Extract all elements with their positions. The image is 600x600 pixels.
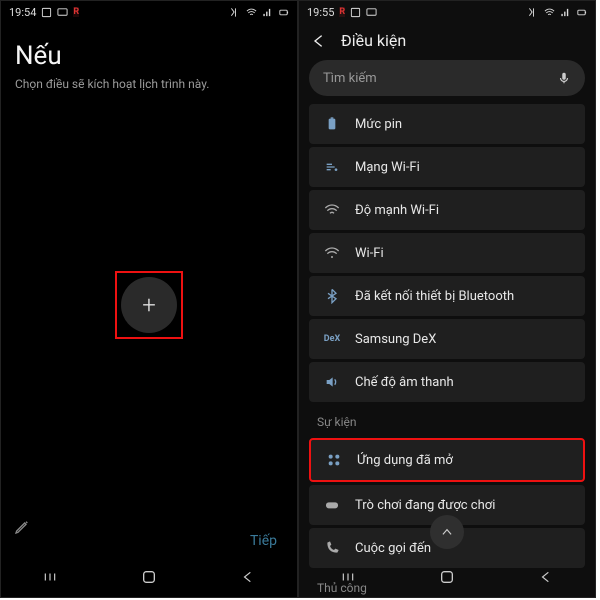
pencil-icon xyxy=(14,519,30,535)
battery-icon xyxy=(576,7,587,18)
item-label: Ứng dụng đã mở xyxy=(357,453,453,468)
battery-icon xyxy=(323,115,341,133)
nav-home[interactable] xyxy=(139,567,159,587)
apps-icon xyxy=(325,451,343,469)
status-bar: 19:54 R xyxy=(1,1,297,23)
wifi-icon xyxy=(544,7,555,18)
item-label: Cuộc gọi đến xyxy=(355,541,431,556)
nav-recents[interactable] xyxy=(338,567,358,587)
phone-icon xyxy=(323,539,341,557)
rec-icon: R xyxy=(73,7,79,17)
status-time: 19:55 xyxy=(307,6,334,19)
search-input[interactable]: Tìm kiếm xyxy=(309,60,585,96)
volume-icon xyxy=(323,373,341,391)
scroll-top-button[interactable] xyxy=(430,515,464,549)
nav-back[interactable] xyxy=(536,567,556,587)
item-app-opened[interactable]: Ứng dụng đã mở xyxy=(309,438,585,482)
item-label: Samsung DeX xyxy=(355,332,436,347)
topbar: Điều kiện xyxy=(299,23,595,56)
volte-icon xyxy=(230,7,241,18)
topbar-title: Điều kiện xyxy=(341,31,406,50)
item-bluetooth[interactable]: Đã kết nối thiết bị Bluetooth xyxy=(309,276,585,316)
item-dex[interactable]: DeX Samsung DeX xyxy=(309,319,585,359)
add-condition-highlight: + xyxy=(115,271,183,339)
nav-recents[interactable] xyxy=(40,567,60,587)
rec-icon: R xyxy=(339,7,345,17)
nav-home[interactable] xyxy=(437,567,457,587)
wifi-icon xyxy=(323,244,341,262)
back-button[interactable] xyxy=(311,33,327,49)
mic-icon[interactable] xyxy=(557,71,571,85)
image-icon xyxy=(350,7,361,18)
wifi-strength-icon xyxy=(323,201,341,219)
nav-bar xyxy=(299,557,595,597)
item-label: Mức pin xyxy=(355,117,402,132)
dex-icon: DeX xyxy=(323,330,341,348)
item-label: Trò chơi đang được chơi xyxy=(355,498,495,513)
battery-icon xyxy=(278,7,289,18)
bluetooth-icon xyxy=(323,287,341,305)
nav-bar xyxy=(1,557,297,597)
gamepad-icon xyxy=(323,496,341,514)
wifi-icon xyxy=(246,7,257,18)
item-battery[interactable]: Mức pin xyxy=(309,104,585,144)
item-wifi-network[interactable]: Mạng Wi-Fi xyxy=(309,147,585,187)
next-button[interactable]: Tiếp xyxy=(250,533,277,549)
item-label: Wi-Fi xyxy=(355,246,384,261)
item-label: Đã kết nối thiết bị Bluetooth xyxy=(355,289,514,304)
status-time: 19:54 xyxy=(9,6,36,19)
section-events: Sự kiện xyxy=(309,405,585,435)
nav-back[interactable] xyxy=(238,567,258,587)
page-title: Nếu xyxy=(1,23,297,77)
volte-icon xyxy=(528,7,539,18)
plus-icon: + xyxy=(142,291,156,319)
image-icon xyxy=(41,7,52,18)
cast-icon xyxy=(366,7,377,18)
item-label: Độ mạnh Wi-Fi xyxy=(355,203,439,218)
chevron-up-icon xyxy=(440,525,454,539)
signal-icon xyxy=(560,7,571,18)
cast-icon xyxy=(57,7,68,18)
item-label: Mạng Wi-Fi xyxy=(355,160,420,175)
page-subtitle: Chọn điều sẽ kích hoạt lịch trình này. xyxy=(1,77,297,91)
item-label: Chế độ âm thanh xyxy=(355,375,454,390)
edit-button[interactable] xyxy=(7,512,37,542)
phone-right: 19:55 R Điều kiện Tìm kiếm Mức pin Mạng … xyxy=(298,0,596,598)
network-icon xyxy=(323,158,341,176)
status-bar: 19:55 R xyxy=(299,1,595,23)
item-wifi-strength[interactable]: Độ mạnh Wi-Fi xyxy=(309,190,585,230)
item-sound-mode[interactable]: Chế độ âm thanh xyxy=(309,362,585,402)
search-placeholder: Tìm kiếm xyxy=(323,71,377,86)
signal-icon xyxy=(262,7,273,18)
item-wifi[interactable]: Wi-Fi xyxy=(309,233,585,273)
add-condition-button[interactable]: + xyxy=(121,277,177,333)
phone-left: 19:54 R Nếu Chọn điều sẽ kích hoạt lịch … xyxy=(0,0,298,598)
chevron-left-icon xyxy=(311,33,327,49)
